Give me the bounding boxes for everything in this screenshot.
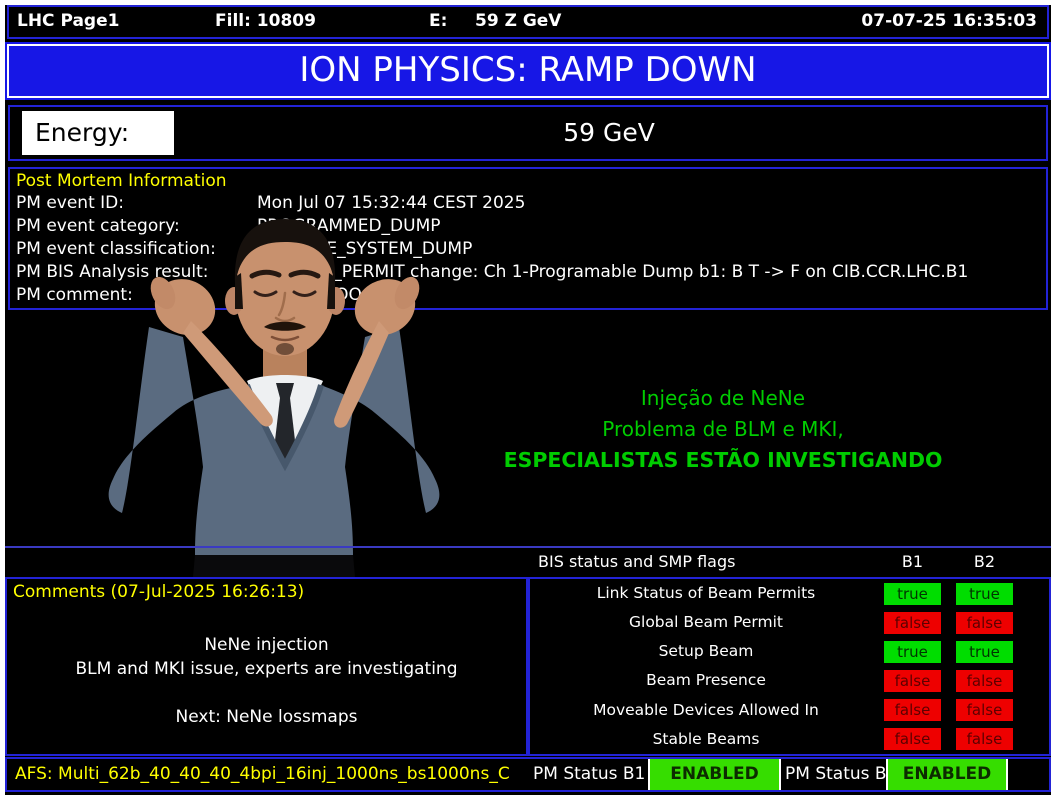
flag-row-setup-beam: Setup Beam true true bbox=[530, 637, 1049, 666]
comment-line: NeNe injection bbox=[7, 633, 526, 657]
energy-box: Energy: bbox=[22, 111, 174, 155]
flag-badge-b2: false bbox=[956, 728, 1013, 750]
flag-row-link-status: Link Status of Beam Permits true true bbox=[530, 579, 1049, 608]
flag-row-global-beam-permit: Global Beam Permit false false bbox=[530, 608, 1049, 637]
comment-line bbox=[7, 681, 526, 705]
energy-value: 59 GeV bbox=[180, 107, 1038, 159]
flag-badge-b2: true bbox=[956, 583, 1013, 605]
page-title: LHC Page1 bbox=[17, 7, 119, 36]
comment-line: BLM and MKI issue, experts are investiga… bbox=[7, 657, 526, 681]
pm-status-b1-label: PM Status B1 bbox=[533, 759, 648, 790]
divider-line bbox=[5, 546, 1051, 548]
flag-label: Setup Beam bbox=[530, 637, 882, 666]
top-bar: LHC Page1 Fill: 10809 E: 59 Z GeV 07-07-… bbox=[7, 5, 1049, 39]
flag-label: Stable Beams bbox=[530, 725, 882, 754]
bis-column-b2: B2 bbox=[956, 550, 1013, 574]
person-illustration bbox=[95, 215, 445, 577]
announcement: Injeção de NeNe Problema de BLM e MKI, E… bbox=[430, 383, 1016, 476]
pm-status-b2-label: PM Status B2 bbox=[785, 759, 886, 790]
flag-badge-b2: false bbox=[956, 699, 1013, 721]
bis-flags-panel: Link Status of Beam Permits true true Gl… bbox=[528, 577, 1051, 756]
flag-label: Global Beam Permit bbox=[530, 608, 882, 637]
post-mortem-header: Post Mortem Information bbox=[16, 171, 1046, 192]
announcement-line-2: Problema de BLM e MKI, bbox=[430, 414, 1016, 445]
flag-badge-b1: false bbox=[884, 699, 941, 721]
machine-mode-text: ION PHYSICS: RAMP DOWN bbox=[299, 50, 756, 90]
flag-badge-b2: false bbox=[956, 670, 1013, 692]
flag-row-stable-beams: Stable Beams false false bbox=[530, 725, 1049, 754]
clock: 07-07-25 16:35:03 bbox=[861, 7, 1037, 36]
flag-badge-b2: true bbox=[956, 641, 1013, 663]
flag-badge-b1: true bbox=[884, 641, 941, 663]
person-photo bbox=[95, 215, 445, 577]
flag-badge-b1: false bbox=[884, 728, 941, 750]
energy-panel: Energy: 59 GeV bbox=[8, 105, 1048, 161]
flag-badge-b1: true bbox=[884, 583, 941, 605]
flag-badge-b1: false bbox=[884, 612, 941, 634]
bis-column-b1: B1 bbox=[884, 550, 941, 574]
bottom-bar: AFS: Multi_62b_40_40_40_4bpi_16inj_1000n… bbox=[5, 757, 1051, 792]
announcement-line-3: ESPECIALISTAS ESTÃO INVESTIGANDO bbox=[430, 445, 1016, 476]
flag-label: Moveable Devices Allowed In bbox=[530, 696, 882, 725]
comments-header: Comments (07-Jul-2025 16:26:13) bbox=[7, 579, 526, 603]
pm-status-b1-badge: ENABLED bbox=[648, 759, 781, 790]
beam-energy: 59 Z GeV bbox=[475, 7, 561, 36]
comment-line: Next: NeNe lossmaps bbox=[7, 705, 526, 729]
flag-badge-b2: false bbox=[956, 612, 1013, 634]
bis-header: BIS status and SMP flags B1 B2 bbox=[530, 550, 1047, 574]
flag-label: Link Status of Beam Permits bbox=[530, 579, 882, 608]
flag-row-moveable-devices: Moveable Devices Allowed In false false bbox=[530, 696, 1049, 725]
flag-label: Beam Presence bbox=[530, 666, 882, 695]
machine-mode-banner: ION PHYSICS: RAMP DOWN bbox=[7, 44, 1049, 98]
fill-number: Fill: 10809 bbox=[215, 7, 316, 36]
energy-box-label: Energy: bbox=[35, 118, 129, 147]
pm-row-event-id: PM event ID:Mon Jul 07 15:32:44 CEST 202… bbox=[16, 192, 1046, 215]
comments-panel: Comments (07-Jul-2025 16:26:13) NeNe inj… bbox=[5, 577, 528, 756]
energy-label: E: bbox=[429, 7, 447, 36]
announcement-line-1: Injeção de NeNe bbox=[430, 383, 1016, 414]
bis-header-title: BIS status and SMP flags bbox=[538, 550, 735, 574]
pm-row-label: PM event ID: bbox=[16, 192, 257, 215]
pm-row-value: Mon Jul 07 15:32:44 CEST 2025 bbox=[257, 193, 525, 213]
flag-badge-b1: false bbox=[884, 670, 941, 692]
pm-status-b2-badge: ENABLED bbox=[886, 759, 1008, 790]
comments-body: NeNe injection BLM and MKI issue, expert… bbox=[7, 633, 526, 729]
lhc-page1-screen: LHC Page1 Fill: 10809 E: 59 Z GeV 07-07-… bbox=[0, 0, 1056, 800]
flag-row-beam-presence: Beam Presence false false bbox=[530, 666, 1049, 695]
afs-filling-scheme: AFS: Multi_62b_40_40_40_4bpi_16inj_1000n… bbox=[7, 759, 533, 790]
